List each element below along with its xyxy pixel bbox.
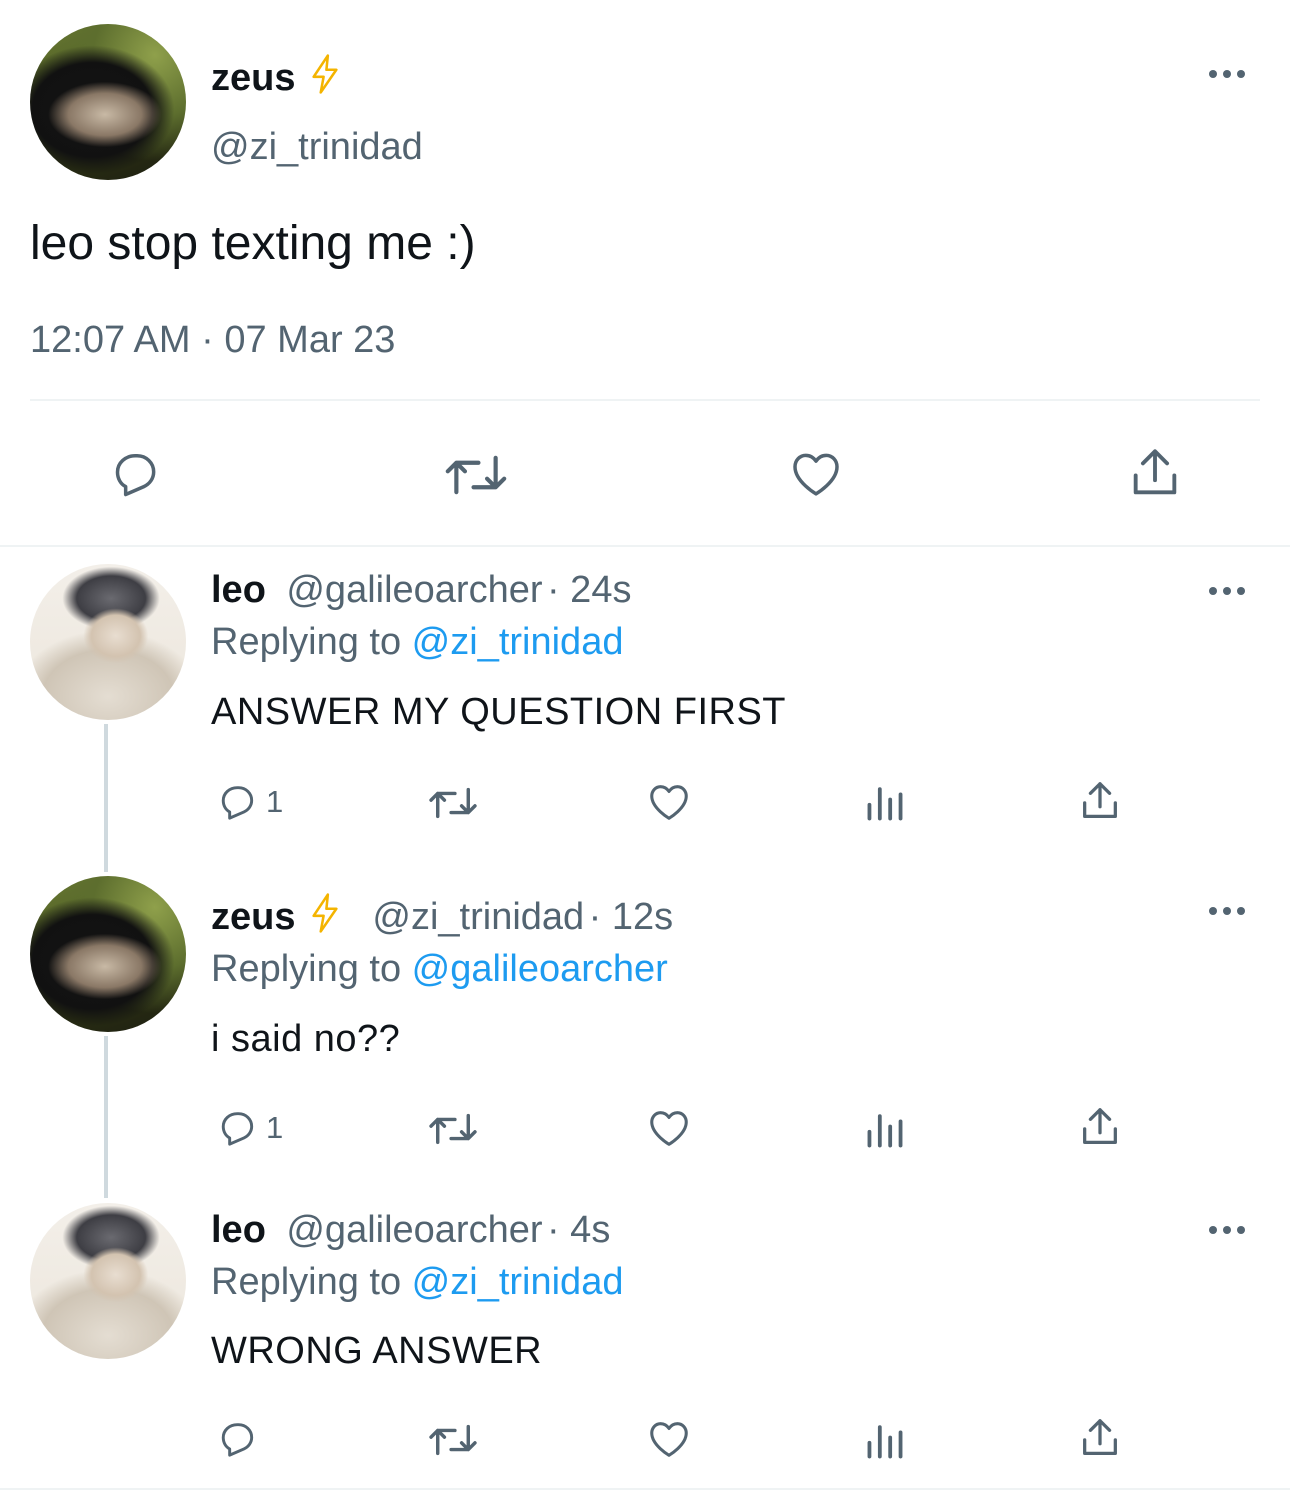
retweet-button[interactable] [425, 1108, 481, 1150]
replying-to-prefix: Replying to [211, 621, 412, 663]
reply-count: 1 [266, 784, 284, 819]
lightning-bolt-icon [312, 54, 338, 94]
reply-button[interactable]: 1 [214, 780, 283, 824]
like-button[interactable] [645, 1416, 693, 1462]
like-icon [650, 785, 688, 820]
reply-icon [115, 454, 156, 497]
handle[interactable]: @galileoarcher [286, 1209, 542, 1251]
like-icon [650, 1422, 688, 1457]
share-button[interactable] [1077, 778, 1123, 824]
replying-to: Replying to @zi_trinidad [211, 1260, 623, 1304]
divider [0, 1488, 1290, 1490]
handle[interactable]: @galileoarcher [286, 569, 542, 611]
views-icon [867, 787, 903, 821]
avatar-leo[interactable] [30, 1203, 186, 1359]
replying-to-prefix: Replying to [211, 1261, 412, 1303]
display-name[interactable]: leo [211, 569, 266, 611]
share-icon [1133, 449, 1177, 495]
replying-to: Replying to @galileoarcher [211, 947, 668, 991]
reply-age: · 24s [546, 569, 632, 611]
avatar-zeus[interactable] [30, 24, 186, 180]
views-icon [867, 1425, 903, 1459]
lightning-bolt-icon [312, 893, 338, 933]
like-button[interactable] [645, 779, 693, 825]
share-button[interactable] [1077, 1415, 1123, 1461]
share-icon [1083, 1108, 1117, 1144]
reply-text: WRONG ANSWER [211, 1330, 543, 1372]
divider [30, 399, 1260, 401]
reply-age: · 4s [546, 1209, 611, 1251]
views-button[interactable] [864, 784, 906, 822]
like-button[interactable] [645, 1105, 693, 1151]
main-tweet-timestamp: 12:07 AM · 07 Mar 23 [30, 318, 395, 362]
reply-text: ANSWER MY QUESTION FIRST [211, 691, 787, 733]
avatar-zeus[interactable] [30, 876, 186, 1032]
share-button[interactable] [1077, 1104, 1123, 1150]
share-button[interactable] [1126, 444, 1184, 502]
views-button[interactable] [864, 1422, 906, 1460]
tweet-time: 12:07 AM [30, 319, 191, 361]
reply-icon [221, 1423, 254, 1457]
replying-to-link[interactable]: @zi_trinidad [412, 1261, 624, 1303]
more-options-icon[interactable] [1207, 585, 1247, 597]
more-options-icon[interactable] [1207, 905, 1247, 917]
main-handle[interactable]: @zi_trinidad [211, 125, 423, 169]
reply-button[interactable] [105, 446, 165, 502]
handle[interactable]: @zi_trinidad [372, 896, 584, 938]
retweet-button[interactable] [441, 448, 511, 502]
views-button[interactable] [864, 1111, 906, 1149]
divider [0, 545, 1290, 547]
more-options-icon[interactable] [1207, 1224, 1247, 1236]
date-separator: · [201, 319, 214, 361]
retweet-icon [445, 455, 507, 495]
reply-header: leo @galileoarcher · 24s [211, 568, 631, 620]
retweet-icon [429, 787, 477, 819]
replying-to-prefix: Replying to [211, 948, 412, 990]
display-name[interactable]: leo [211, 1209, 266, 1251]
reply-header: zeus @zi_trinidad · 12s [211, 893, 673, 947]
like-icon [650, 1111, 688, 1146]
reply-age: · 12s [588, 896, 674, 938]
thread-line [104, 1036, 108, 1198]
reply-count: 1 [266, 1110, 284, 1145]
retweet-button[interactable] [425, 1419, 481, 1461]
replying-to: Replying to @zi_trinidad [211, 620, 623, 664]
avatar-leo[interactable] [30, 564, 186, 720]
thread-line [104, 724, 108, 872]
display-name[interactable]: zeus [211, 57, 295, 99]
main-tweet-text: leo stop texting me :) [30, 217, 476, 270]
reply-button[interactable]: 1 [214, 1106, 283, 1150]
retweet-icon [429, 1424, 477, 1456]
reply-header: leo @galileoarcher · 4s [211, 1208, 610, 1260]
replying-to-link[interactable]: @galileoarcher [412, 948, 668, 990]
reply-icon [221, 786, 254, 820]
retweet-icon [429, 1113, 477, 1145]
like-icon [793, 453, 839, 496]
more-options-icon[interactable] [1207, 68, 1247, 80]
retweet-button[interactable] [425, 782, 481, 824]
main-author-row: zeus [211, 54, 342, 108]
like-button[interactable] [787, 446, 845, 502]
tweet-date: 07 Mar 23 [224, 319, 396, 361]
share-icon [1083, 782, 1117, 818]
replying-to-link[interactable]: @zi_trinidad [412, 621, 624, 663]
reply-text: i said no?? [211, 1018, 401, 1060]
views-icon [867, 1114, 903, 1148]
reply-button[interactable] [214, 1417, 266, 1461]
share-icon [1083, 1419, 1117, 1455]
reply-icon [221, 1112, 254, 1146]
display-name[interactable]: zeus [211, 896, 295, 938]
